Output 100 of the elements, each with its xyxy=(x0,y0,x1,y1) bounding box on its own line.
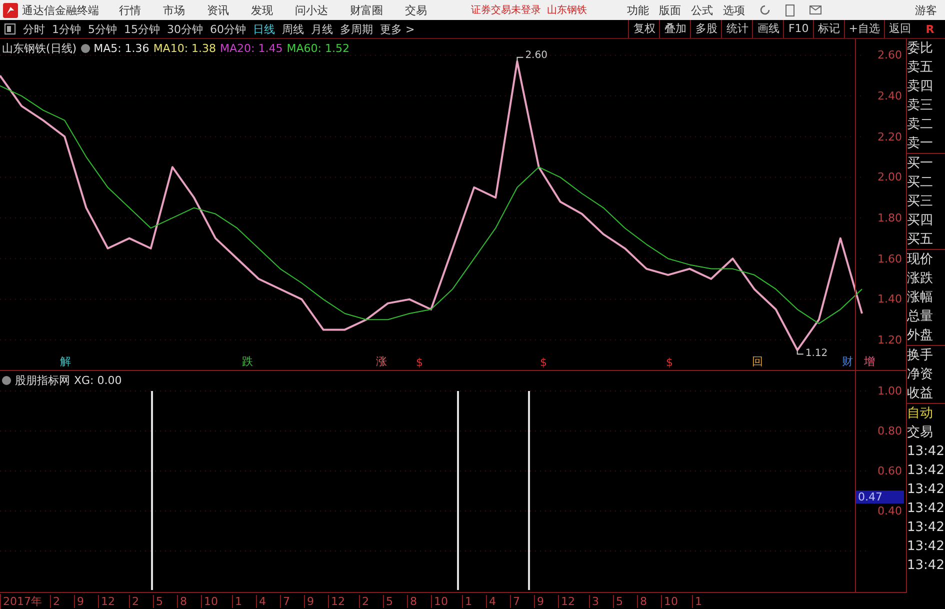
price-tick: 2.60 xyxy=(878,48,902,62)
toolbar-button[interactable]: 返回 xyxy=(884,20,915,38)
quote-field-label: 涨跌 xyxy=(907,270,934,288)
time-axis-label: 9 xyxy=(74,594,84,608)
trade-time: 13:42 xyxy=(907,462,945,480)
time-axis-label: 9 xyxy=(534,594,544,608)
toolbar-button[interactable]: 标记 xyxy=(812,20,844,38)
settings-dot-icon[interactable] xyxy=(80,44,90,53)
ma-legend: MA20: 1.45 xyxy=(220,42,283,55)
quote-field-label: 卖五 xyxy=(907,59,934,77)
time-axis-label: 12 xyxy=(98,594,115,608)
period-tab[interactable]: 60分钟 xyxy=(210,22,246,36)
quote-field-label: 买三 xyxy=(907,193,934,211)
time-axis-label: 2 xyxy=(359,594,369,608)
event-marker[interactable]: 增 xyxy=(864,354,875,370)
refresh-icon[interactable] xyxy=(759,4,771,16)
toolbar-button[interactable]: 叠加 xyxy=(659,20,690,38)
event-marker[interactable]: 解 xyxy=(60,354,71,370)
event-marker[interactable]: $ xyxy=(416,356,423,370)
ma-legend: MA60: 1.52 xyxy=(286,42,350,55)
event-marker[interactable]: $ xyxy=(540,356,547,370)
phone-icon[interactable] xyxy=(785,4,795,16)
time-axis-label: 1 xyxy=(232,594,242,608)
indicator-tick: 0.80 xyxy=(878,424,902,438)
menu-item[interactable]: 财富圈 xyxy=(350,2,383,18)
price-tick: 2.20 xyxy=(878,130,902,144)
high-price-label: 2.60 xyxy=(525,50,548,62)
period-tab[interactable]: 更多 > xyxy=(380,22,415,36)
period-tab[interactable]: 多周期 xyxy=(340,22,373,36)
app-logo-icon xyxy=(3,2,18,18)
trade-time: 13:42 xyxy=(907,519,945,537)
quote-field-label: 买四 xyxy=(907,212,934,230)
menu-item[interactable]: 功能 xyxy=(627,2,649,18)
toolbar-button[interactable]: 多股 xyxy=(690,20,722,38)
time-axis-label: 1 xyxy=(692,594,702,608)
event-marker[interactable]: 跌 xyxy=(242,354,253,370)
panel-toggle-icon[interactable] xyxy=(4,23,16,35)
time-axis-label: 7 xyxy=(510,594,520,608)
time-axis-label: 5 xyxy=(383,594,393,608)
toolbar-button[interactable]: 统计 xyxy=(721,20,752,38)
time-axis-label: 4 xyxy=(486,594,496,608)
menu-item[interactable]: 问小达 xyxy=(295,2,328,18)
event-marker[interactable]: 涨 xyxy=(376,354,387,370)
event-marker[interactable]: 财 xyxy=(842,354,853,370)
period-tab[interactable]: 5分钟 xyxy=(88,22,117,36)
status-text: 证券交易未登录 xyxy=(471,4,541,17)
period-tab[interactable]: 30分钟 xyxy=(167,22,203,36)
menu-item[interactable]: 版面 xyxy=(659,2,681,18)
price-tick: 2.00 xyxy=(878,170,902,184)
indicator-tick: 0.40 xyxy=(878,504,902,518)
period-tab[interactable]: 日线 xyxy=(253,22,275,36)
period-tab[interactable]: 15分钟 xyxy=(124,22,160,36)
time-axis-label: 8 xyxy=(637,594,647,608)
price-tick: 2.40 xyxy=(878,89,902,102)
time-axis-label: 4 xyxy=(256,594,266,608)
period-tab[interactable]: 分时 xyxy=(23,22,45,36)
quote-field-label: 涨幅 xyxy=(907,289,934,307)
mail-icon[interactable] xyxy=(809,5,822,15)
menu-item[interactable]: 公式 xyxy=(691,2,713,18)
trade-label: 自动 xyxy=(907,403,945,423)
chart-title: 山东钢铁(日线) xyxy=(2,41,77,56)
menu-item[interactable]: 资讯 xyxy=(207,2,229,18)
event-marker[interactable]: 回 xyxy=(752,354,763,370)
menu-item[interactable]: 交易 xyxy=(405,2,427,18)
period-tab[interactable]: 周线 xyxy=(282,22,304,36)
indicator-title: 股朋指标网 xyxy=(15,373,70,388)
quote-field-label: 委比 xyxy=(907,40,934,58)
app-title: 通达信金融终端 xyxy=(22,2,99,18)
quote-field-label: 现价 xyxy=(907,249,945,269)
toolbar-button[interactable]: F10 xyxy=(783,20,813,38)
status-text: 山东钢铁 xyxy=(547,4,587,17)
time-axis-label: 10 xyxy=(201,594,218,608)
toolbar-button[interactable]: 画线 xyxy=(752,20,784,38)
menu-item[interactable]: 市场 xyxy=(163,2,185,18)
trade-time: 13:42 xyxy=(907,500,945,518)
period-tab[interactable]: 月线 xyxy=(311,22,333,36)
event-marker[interactable]: $ xyxy=(666,356,673,370)
ma-legend: MA10: 1.38 xyxy=(153,42,216,55)
quote-field-label: 总量 xyxy=(907,308,934,326)
quote-field-label: 外盘 xyxy=(907,327,934,345)
time-axis-label: 10 xyxy=(431,594,448,608)
trade-time: 13:42 xyxy=(907,443,945,461)
menu-item[interactable]: 选项 xyxy=(723,2,745,18)
quote-field-label: 收益 xyxy=(907,385,934,403)
menu-item[interactable]: 行情 xyxy=(119,2,141,18)
user-label[interactable]: 游客 xyxy=(915,2,937,18)
settings-dot-icon[interactable] xyxy=(2,376,11,386)
toolbar-button[interactable]: 复权 xyxy=(628,20,660,38)
quote-field-label: 换手 xyxy=(907,345,945,365)
toolbar-button[interactable]: +自选 xyxy=(844,20,884,38)
period-tab[interactable]: 1分钟 xyxy=(52,22,81,36)
menu-item[interactable]: 发现 xyxy=(251,2,273,18)
trade-time: 13:42 xyxy=(907,481,945,499)
time-axis-label: 2017年 xyxy=(0,594,42,609)
quote-field-label: 卖二 xyxy=(907,116,934,134)
quote-field-label: 买五 xyxy=(907,231,934,249)
time-axis-label: 8 xyxy=(407,594,417,608)
quote-field-label: 卖三 xyxy=(907,97,934,115)
indicator-tick: 0.60 xyxy=(878,464,902,478)
quote-field-label: 净资 xyxy=(907,366,934,384)
